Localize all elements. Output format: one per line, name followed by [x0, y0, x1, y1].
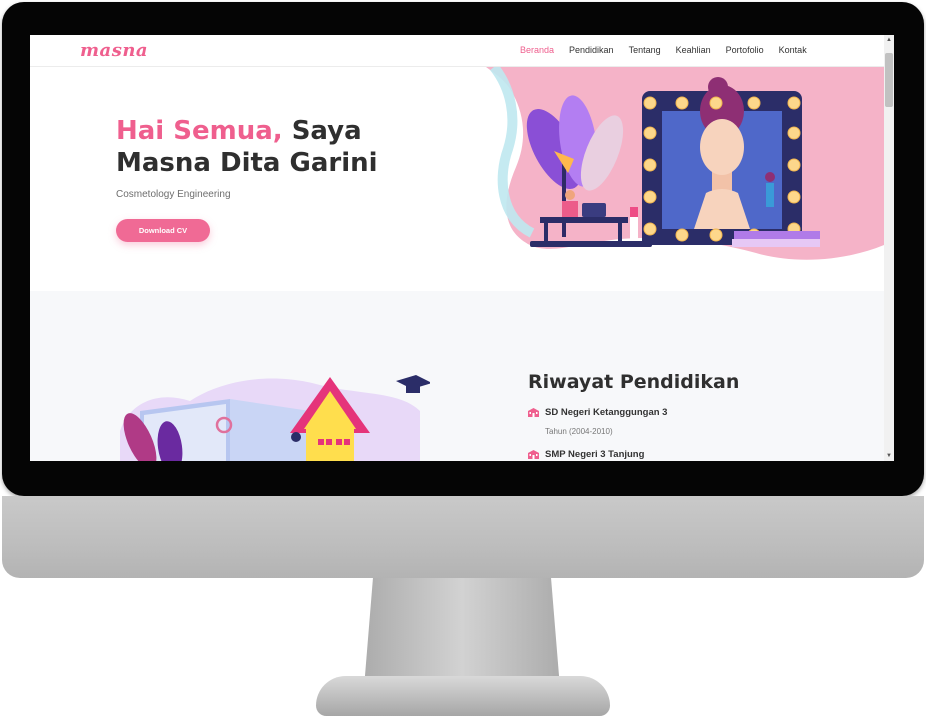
school-building-icon: [528, 408, 539, 417]
education-title: Riwayat Pendidikan: [528, 371, 740, 393]
hero-title-accent: Hai Semua,: [116, 116, 283, 146]
education-section: Riwayat Pendidikan SD Negeri Ketanggunga…: [30, 291, 884, 461]
nav-link-keahlian[interactable]: Keahlian: [676, 45, 711, 55]
hero-section: Hai Semua, Saya Masna Dita Garini Cosmet…: [30, 67, 884, 291]
monitor-stand-neck: [364, 578, 560, 682]
nav-link-pendidikan[interactable]: Pendidikan: [569, 45, 614, 55]
education-item: SMP Negeri 3 Tanjung: [528, 449, 644, 460]
school-building-icon: [528, 450, 539, 459]
education-illustration: [120, 375, 430, 461]
education-year: Tahun (2004-2010): [545, 427, 613, 436]
education-item: SD Negeri Ketanggungan 3: [528, 407, 667, 418]
scroll-up-arrow-icon[interactable]: ▲: [884, 35, 894, 45]
hero-cosmetology-illustration: [486, 67, 884, 260]
hero-subtitle: Cosmetology Engineering: [116, 189, 231, 200]
monitor-chin: [2, 496, 924, 578]
nav-link-kontak[interactable]: Kontak: [779, 45, 807, 55]
nav-link-portofolio[interactable]: Portofolio: [726, 45, 764, 55]
monitor-stand-base: [316, 676, 610, 716]
download-cv-button[interactable]: Download CV: [116, 219, 210, 242]
hero-title: Hai Semua, Saya Masna Dita Garini: [116, 115, 436, 179]
education-school-name: SMP Negeri 3 Tanjung: [545, 449, 645, 460]
navbar: masna Beranda Pendidikan Tentang Keahlia…: [30, 35, 884, 67]
nav-link-tentang[interactable]: Tentang: [629, 45, 661, 55]
brand-logo[interactable]: masna: [80, 40, 148, 61]
scroll-down-arrow-icon[interactable]: ▼: [884, 451, 894, 461]
nav-link-beranda[interactable]: Beranda: [520, 45, 554, 55]
page-scrollbar[interactable]: ▲ ▼: [884, 35, 894, 461]
nav-menu: Beranda Pendidikan Tentang Keahlian Port…: [520, 45, 807, 55]
scrollbar-thumb[interactable]: [885, 53, 893, 107]
website-screen: masna Beranda Pendidikan Tentang Keahlia…: [30, 35, 894, 461]
education-school-name: SD Negeri Ketanggungan 3: [545, 407, 668, 418]
